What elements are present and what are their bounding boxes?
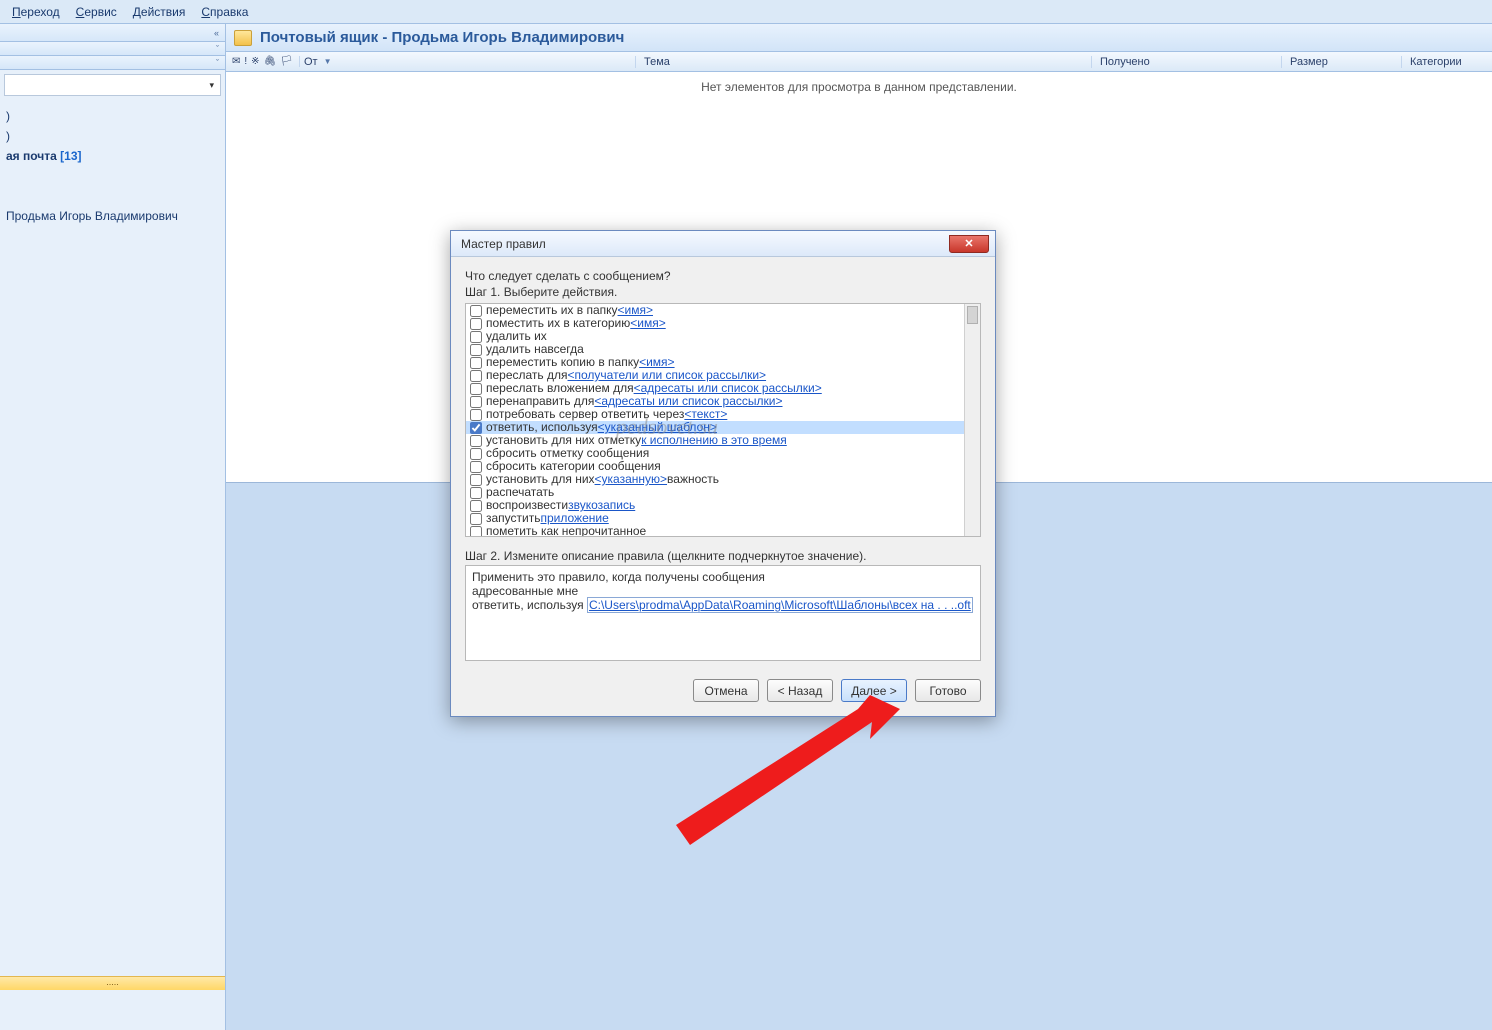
action-checkbox[interactable]	[470, 500, 482, 512]
sidebar-item[interactable]	[4, 166, 221, 186]
step2-label: Шаг 2. Измените описание правила (щелкни…	[465, 549, 981, 563]
sidebar-collapse-button[interactable]: «	[0, 24, 225, 42]
dialog-footer: Отмена < Назад Далее > Готово	[451, 661, 995, 716]
action-link[interactable]: к исполнению в это время	[641, 434, 787, 447]
action-label: пометить как непрочитанное	[486, 525, 646, 536]
sidebar-footer	[0, 990, 225, 1030]
close-button[interactable]: ✕	[949, 235, 989, 253]
close-icon: ✕	[964, 237, 973, 250]
sidebar-item[interactable]: )	[4, 106, 221, 126]
action-checkbox[interactable]	[470, 331, 482, 343]
menu-bar: Переход Сервис Действия Справка	[0, 0, 1492, 24]
cancel-button[interactable]: Отмена	[693, 679, 759, 702]
sort-indicator-icon: ▼	[324, 57, 332, 66]
template-path-link[interactable]: C:\Users\prodma\AppData\Roaming\Microsof…	[587, 597, 973, 613]
action-checkbox[interactable]	[470, 513, 482, 525]
scrollbar-thumb[interactable]	[967, 306, 978, 324]
folder-icon	[234, 30, 252, 46]
finish-button[interactable]: Готово	[915, 679, 981, 702]
col-size[interactable]: Размер	[1282, 56, 1402, 68]
action-link[interactable]: <указанную>	[595, 473, 668, 486]
action-checkbox[interactable]	[470, 396, 482, 408]
action-checkbox[interactable]	[470, 487, 482, 499]
envelope-icon: ✉	[232, 56, 240, 67]
action-checkbox[interactable]	[470, 305, 482, 317]
scrollbar[interactable]	[964, 304, 980, 536]
menu-go[interactable]: Переход	[4, 3, 68, 21]
sidebar-item[interactable]	[4, 186, 221, 206]
desc-line: ответить, используя C:\Users\prodma\AppD…	[472, 598, 974, 612]
next-button[interactable]: Далее >	[841, 679, 907, 702]
action-checkbox[interactable]	[470, 409, 482, 421]
action-checkbox[interactable]	[470, 448, 482, 460]
sidebar-expand-button[interactable]: ˇ	[0, 42, 225, 56]
menu-service[interactable]: Сервис	[68, 3, 125, 21]
action-checkbox[interactable]	[470, 383, 482, 395]
importance-icon: !	[244, 56, 247, 67]
desc-line: Применить это правило, когда получены со…	[472, 570, 974, 584]
col-from[interactable]: От▼	[300, 56, 636, 68]
menu-actions[interactable]: Действия	[125, 3, 194, 21]
flag-icon: 🏳	[280, 56, 293, 67]
action-checkbox[interactable]	[470, 422, 482, 434]
dialog-titlebar[interactable]: Мастер правил ✕	[451, 231, 995, 257]
sidebar-splitter[interactable]: .....	[0, 976, 225, 990]
action-checkbox[interactable]	[470, 344, 482, 356]
sidebar: « ˇ ˇ ▾ ) ) ая почта [13] Продьма Игорь …	[0, 24, 226, 1030]
action-checkbox[interactable]	[470, 318, 482, 330]
reminder-icon: ※	[251, 56, 259, 67]
sidebar-search-dropdown[interactable]: ▾	[4, 74, 221, 96]
step-question: Что следует сделать с сообщением?	[465, 269, 981, 283]
menu-help[interactable]: Справка	[193, 3, 256, 21]
desc-line: адресованные мне	[472, 584, 974, 598]
col-icon-group[interactable]: ✉ ! ※ 🖇 🏳	[226, 56, 300, 67]
col-subject[interactable]: Тема	[636, 56, 1092, 68]
action-checkbox[interactable]	[470, 474, 482, 486]
action-checkbox[interactable]	[470, 461, 482, 473]
back-button[interactable]: < Назад	[767, 679, 833, 702]
actions-list[interactable]: переместить их в папку <имя>поместить их…	[466, 304, 964, 536]
action-checkbox[interactable]	[470, 526, 482, 537]
dialog-title: Мастер правил	[461, 237, 546, 251]
action-link[interactable]: <имя>	[630, 317, 665, 330]
sidebar-item-search-folder[interactable]: Продьма Игорь Владимирович	[4, 206, 221, 226]
page-title: Почтовый ящик - Продьма Игорь Владимиров…	[260, 29, 624, 46]
step1-label: Шаг 1. Выберите действия.	[465, 285, 981, 299]
sidebar-item-inbox[interactable]: ая почта [13]	[4, 146, 221, 166]
chevron-down-icon: ▾	[209, 80, 214, 91]
chevron-down-icon: ˇ	[216, 58, 219, 68]
action-row[interactable]: пометить как непрочитанное	[466, 525, 964, 536]
empty-message: Нет элементов для просмотра в данном пре…	[226, 72, 1492, 94]
sidebar-item[interactable]: )	[4, 126, 221, 146]
col-category[interactable]: Категории	[1402, 56, 1492, 68]
col-received[interactable]: Получено	[1092, 56, 1282, 68]
actions-listbox: переместить их в папку <имя>поместить их…	[465, 303, 981, 537]
action-checkbox[interactable]	[470, 435, 482, 447]
column-headers: ✉ ! ※ 🖇 🏳 От▼ Тема Получено Размер Катег…	[226, 52, 1492, 72]
chevron-down-icon: ˇ	[216, 44, 219, 54]
action-checkbox[interactable]	[470, 357, 482, 369]
content-header: Почтовый ящик - Продьма Игорь Владимиров…	[226, 24, 1492, 52]
sidebar-expand-button-2[interactable]: ˇ	[0, 56, 225, 70]
rules-wizard-dialog: Мастер правил ✕ Что следует сделать с со…	[450, 230, 996, 717]
chevron-left-icon: «	[214, 28, 219, 38]
attachment-icon: 🖇	[264, 56, 277, 67]
action-checkbox[interactable]	[470, 370, 482, 382]
rule-description: Применить это правило, когда получены со…	[465, 565, 981, 661]
